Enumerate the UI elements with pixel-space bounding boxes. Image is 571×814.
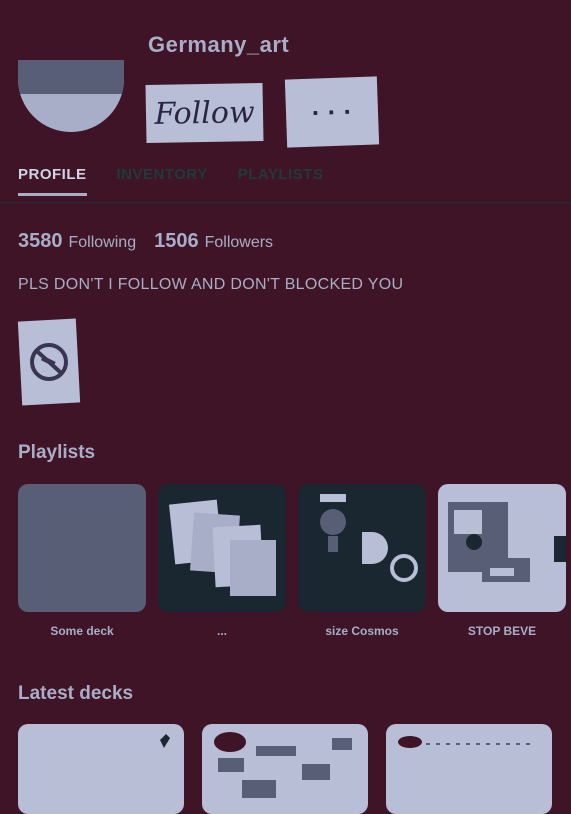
no-symbol-icon [30,343,68,381]
playlist-caption: STOP BEVE [467,624,537,638]
tab-inventory[interactable]: INVENTORY [117,166,208,196]
follow-button[interactable]: Follow [145,82,264,144]
avatar[interactable] [18,60,124,132]
tab-divider [0,202,571,203]
followers-stat[interactable]: 1506 Followers [154,230,273,253]
playlist-card[interactable]: ... [158,484,286,638]
playlist-thumbnail [18,484,146,612]
playlist-thumbnail [158,484,286,612]
followers-label: Followers [204,234,274,251]
playlist-caption: ... [216,624,227,638]
playlist-card[interactable]: Some deck [18,484,146,638]
tab-playlists[interactable]: PLAYLISTS [238,166,324,196]
follow-stats: 3580 Following 1506 Followers [18,230,273,253]
playlist-thumbnail [298,484,426,612]
latest-decks-row [18,724,552,814]
deck-card[interactable] [18,724,184,814]
following-count: 3580 [18,230,63,252]
playlists-row: Some deck ... size Cosmos STOP BEVE [18,484,566,638]
latest-decks-title: Latest decks [18,683,134,704]
followers-count: 1506 [154,230,199,252]
playlist-card[interactable]: STOP BEVE [438,484,566,638]
playlist-caption: Some deck [50,624,114,638]
deck-card[interactable] [386,724,552,814]
more-options-button[interactable]: · · · [284,76,380,148]
following-stat[interactable]: 3580 Following [18,230,136,253]
username: Germany_art [148,32,290,57]
playlist-card[interactable]: size Cosmos [298,484,426,638]
profile-bio: PLS DON'T I FOLLOW AND DON'T BLOCKED YOU [18,276,404,293]
tab-profile[interactable]: PROFILE [18,166,87,196]
profile-badge [17,318,81,406]
deck-card[interactable] [202,724,368,814]
playlist-caption: size Cosmos [325,624,399,638]
playlists-title: Playlists [18,442,96,463]
profile-tabs: PROFILE INVENTORY PLAYLISTS [18,166,323,196]
playlist-thumbnail [438,484,566,612]
following-label: Following [68,234,137,251]
